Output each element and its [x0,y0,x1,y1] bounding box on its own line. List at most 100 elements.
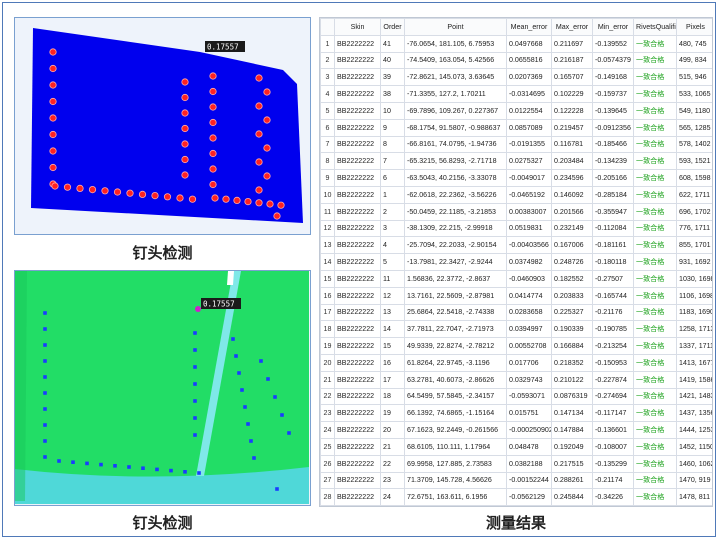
table-cell: 0.0876319 [551,387,593,406]
table-cell: 40 [380,51,405,70]
rivet-marker [211,194,219,202]
table-row[interactable]: 1 BB2222222 41 -76.0654, 181.105, 6.75953 0.… [320,34,712,53]
qualified-status: 一致合格 [633,185,677,204]
table-row[interactable]: 6 BB2222222 9 -68.1754, 91.5807, -0.988637 0… [320,118,712,137]
table-cell: BB2222222 [334,437,381,456]
table-row[interactable]: 18 BB2222222 14 37.7811, 22.7047, -2.71973 0… [320,320,712,339]
table-cell: -0.149168 [592,68,634,87]
qualified-status: 一致合格 [633,51,677,70]
table-cell: 0.015751 [506,404,552,423]
caption-right: 测量结果 [485,514,546,532]
table-cell: 1258, 1713 [676,320,712,339]
table-cell: -76.0654, 181.105, 6.75953 [404,34,507,53]
rivet-marker [49,114,57,122]
table-cell: BB2222222 [334,202,381,221]
rivet-marker [209,165,217,173]
rivet-marker [181,93,189,102]
rivet-marker [113,464,117,468]
table-cell: -0.0460903 [506,269,552,288]
rivet-marker [99,462,103,467]
table-cell: BB2222222 [334,454,381,473]
column-header[interactable]: Mean_error [506,18,552,36]
table-row[interactable]: 21 BB2222222 17 63.2781, 40.6073, -2.86626 0… [320,370,712,389]
rivet-marker [249,439,253,443]
table-cell: 41 [380,34,405,53]
table-row[interactable]: 26 BB2222222 22 69.9958, 127.885, 2.73583 0.… [320,454,712,473]
table-row[interactable]: 14 BB2222222 5 -13.7981, 22.3427, -2.9244 0.… [320,253,712,271]
table-row[interactable]: 29BB22222222574.0161, 181.632, 7.444690.… [320,505,712,506]
table-row[interactable]: 12 BB2222222 3 -38.1309, 22.215, -2.99918 0.… [320,219,712,238]
table-cell: 49.9339, 22.8274, -2.78212 [404,337,507,355]
table-cell: -71.3355, 127.2, 1.70211 [404,85,507,103]
rivet-marker [49,97,57,106]
table-row[interactable]: 28 BB2222222 24 72.6751, 163.611, 6.1956 -0.… [320,488,712,506]
table-cell: 0.0857089 [506,118,552,137]
table-row[interactable]: 8 BB2222222 7 -65.3215, 56.8293, -2.71718 0.… [320,152,712,171]
table-row[interactable]: 19 BB2222222 15 49.9339, 22.8274, -2.78212 0… [320,337,712,355]
column-header[interactable]: Order [380,18,405,36]
rivet-marker [266,377,270,381]
table-row[interactable]: 27 BB2222222 23 71.3709, 145.728, 4.56626 -0… [320,471,712,490]
column-header[interactable]: Point [404,18,507,36]
table-cell: 1106, 1698 [676,286,712,305]
table-row[interactable]: 15 BB2222222 11 1.56836, 22.3772, -2.8637 -0… [320,269,712,288]
table-row[interactable]: 22 BB2222222 18 64.5499, 57.5845, -2.34157-… [320,387,712,406]
rivet-marker [263,172,271,180]
rivet-marker [43,375,47,379]
column-header[interactable]: Skin [334,18,381,36]
row-number: 4 [320,85,335,103]
table-cell: BB2222222 [334,68,381,87]
table-row[interactable]: 7 BB2222222 8 -66.8161, 74.0795, -1.94736 -0… [320,135,712,154]
table-cell: 0.218352 [551,353,593,372]
rivet-marker [49,147,57,155]
table-row[interactable]: 17 BB2222222 13 25.6864, 22.5418, -2.74338 0… [320,303,712,322]
qualified-status: 一致合格 [633,404,677,423]
table-cell: -0.213254 [592,337,634,355]
row-number: 22 [320,387,335,406]
table-cell: 38 [380,85,405,103]
table-row[interactable]: 16 BB2222222 12 13.7161, 22.5609, -2.87981 0… [320,286,712,305]
table-row[interactable]: 11 BB2222222 2 -50.0459, 22.1185, -3.21853 0… [320,202,712,221]
table-cell: BB2222222 [334,269,381,288]
table-row[interactable]: 10 BB2222222 1 -62.0618, 22.2362, -3.56226-… [320,185,712,204]
rivet-marker [234,354,238,358]
rivet-marker [197,471,201,475]
column-header[interactable]: Max_error [551,18,593,36]
column-header[interactable]: Pixels [676,18,712,36]
table-cell: 23 [380,471,405,490]
rivet-marker [181,171,189,179]
table-row[interactable]: 23 BB2222222 19 66.1392, 74.6865, -1.15164 0… [320,404,712,423]
column-header[interactable]: Min_error [592,18,634,36]
qualified-status: 一致合格 [633,488,677,506]
rivet-marker [209,72,217,80]
table-row[interactable]: 25 BB2222222 21 68.6105, 110.111, 1.17964 0.… [320,437,712,456]
qualified-status: 一致合格 [633,421,677,439]
rivet-marker [237,371,241,375]
table-cell: BB2222222 [334,185,381,204]
table-row[interactable]: 5 BB2222222 10 -69.7896, 109.267, 0.227367 0… [320,101,712,120]
rivet-marker [255,186,263,194]
rivet-marker [246,422,250,426]
row-number: 27 [320,471,335,490]
table-row[interactable]: 3 BB2222222 39 -72.8621, 145.073, 3.63645 0.… [320,68,712,87]
table-row[interactable]: 4 BB2222222 38 -71.3355, 127.2, 1.70211 -0.0… [320,85,712,103]
table-cell: BB2222222 [334,101,381,120]
table-cell: 0.122228 [551,101,593,120]
table-row[interactable]: 13 BB2222222 4 -25.7094, 22.2033, -2.90154-… [320,236,712,255]
table-row[interactable]: 9 BB2222222 6 -63.5043, 40.2156, -3.33078 -0… [320,169,712,187]
table-cell: 696, 1702 [676,202,712,221]
table-cell: 1030, 1698 [676,269,712,288]
table-row[interactable]: 2 BB2222222 40 -74.5409, 163.054, 5.42566 0.… [320,51,712,70]
table-cell: 1460, 1062 [676,454,712,473]
rivet-marker [209,180,217,189]
table-row[interactable]: 20 BB2222222 16 61.8264, 22.9745, -3.1196 0.… [320,353,712,372]
table-cell: -0.27507 [592,269,634,288]
table-cell: 20 [380,421,405,439]
rivet-marker [43,391,47,395]
qualified-status: 一致合格 [633,101,677,120]
table-cell: -0.0684299 [592,505,634,506]
column-header[interactable]: RivetsQualified [633,18,677,36]
table-cell: 14 [380,320,405,339]
table-row[interactable]: 24 BB2222222 20 67.1623, 92.2449, -0.261566… [320,421,712,439]
rivet-marker [113,188,122,196]
